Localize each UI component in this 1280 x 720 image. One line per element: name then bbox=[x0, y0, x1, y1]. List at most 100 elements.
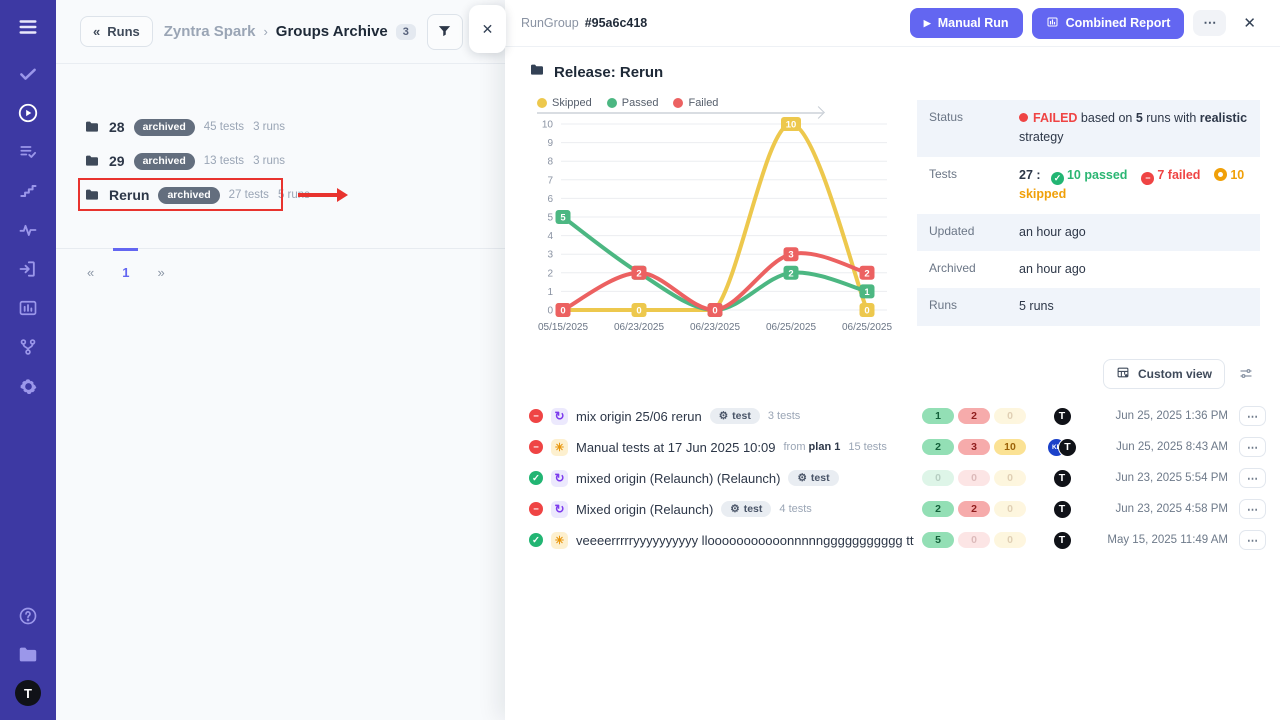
legend-label: Failed bbox=[688, 97, 718, 109]
legend-item-failed[interactable]: Failed bbox=[673, 97, 718, 109]
run-row[interactable]: −✳Manual tests at 17 Jun 2025 10:09from … bbox=[529, 432, 1266, 463]
failed-count-pill: 0 bbox=[958, 470, 990, 486]
passed-count-pill: 2 bbox=[922, 439, 954, 455]
rungroup-info-table: Status FAILED based on 5 runs with reali… bbox=[917, 100, 1260, 338]
avatar[interactable]: T bbox=[1053, 469, 1072, 488]
run-row[interactable]: ✓✳veeeerrrrryyyyyyyyyy llooooooooooonnnn… bbox=[529, 525, 1266, 556]
avatar[interactable]: T bbox=[1053, 531, 1072, 550]
projects-button[interactable] bbox=[13, 641, 43, 669]
info-label: Tests bbox=[929, 166, 1019, 205]
sidebar-item-settings[interactable] bbox=[13, 372, 43, 400]
plan-link[interactable]: plan 1 bbox=[809, 441, 841, 453]
custom-view-button[interactable]: Custom view bbox=[1103, 359, 1225, 389]
play-circle-icon bbox=[17, 102, 39, 124]
run-avatars: T bbox=[1032, 469, 1092, 488]
menu-button[interactable] bbox=[13, 13, 43, 41]
detail-more-button[interactable]: ⋯ bbox=[1193, 10, 1226, 36]
info-row-archived: Archived an hour ago bbox=[917, 251, 1260, 288]
passed-count-pill: 1 bbox=[922, 408, 954, 424]
avatar[interactable]: T bbox=[1058, 438, 1077, 457]
svg-text:0: 0 bbox=[636, 305, 641, 316]
result-pills: 120 bbox=[922, 408, 1026, 424]
updated-value: an hour ago bbox=[1019, 223, 1086, 242]
svg-text:1: 1 bbox=[864, 286, 870, 297]
close-icon: ✕ bbox=[1243, 15, 1256, 32]
gear-icon: ⚙ bbox=[730, 503, 739, 515]
failed-dot-icon bbox=[1019, 113, 1028, 122]
group-row-29[interactable]: 29archived13 tests3 runs bbox=[56, 144, 505, 178]
sidebar-item-pulse[interactable] bbox=[13, 216, 43, 244]
svg-text:2: 2 bbox=[547, 268, 553, 279]
run-row[interactable]: −↻Mixed origin (Relaunch)⚙test4 tests220… bbox=[529, 494, 1266, 525]
run-row-right: 2310KETJun 25, 2025 8:43 AM⋯ bbox=[922, 437, 1266, 457]
run-row[interactable]: −↻mix origin 25/06 rerun⚙test3 tests120T… bbox=[529, 401, 1266, 432]
sidebar-item-tests[interactable] bbox=[13, 60, 43, 88]
run-avatars: KET bbox=[1032, 438, 1092, 457]
run-title: mix origin 25/06 rerun bbox=[576, 409, 702, 424]
user-avatar[interactable]: T bbox=[15, 680, 41, 706]
user-avatar-initial: T bbox=[24, 686, 32, 701]
run-avatars: T bbox=[1032, 407, 1092, 426]
panel-close-button[interactable]: ✕ bbox=[469, 5, 506, 53]
run-more-button[interactable]: ⋯ bbox=[1239, 437, 1266, 457]
group-runs-count: 3 runs bbox=[253, 155, 285, 167]
combined-report-button[interactable]: Combined Report bbox=[1032, 8, 1185, 39]
svg-text:4: 4 bbox=[547, 231, 553, 242]
run-more-button[interactable]: ⋯ bbox=[1239, 468, 1266, 488]
sidebar-item-branches[interactable] bbox=[13, 333, 43, 361]
tests-value: 27 : ✓10 passed −7 failed 10 skipped bbox=[1019, 166, 1248, 205]
pagination: « 1 » bbox=[56, 248, 505, 284]
folder-icon bbox=[17, 644, 39, 666]
avatar[interactable]: T bbox=[1053, 500, 1072, 519]
tests-failed: 7 failed bbox=[1157, 168, 1200, 182]
group-tests-count: 13 tests bbox=[204, 155, 244, 167]
sliders-icon[interactable] bbox=[1238, 366, 1254, 381]
run-timestamp: Jun 25, 2025 8:43 AM bbox=[1092, 441, 1228, 453]
group-name: 28 bbox=[109, 119, 125, 135]
chevrons-left-icon: « bbox=[93, 24, 100, 39]
legend-item-skipped[interactable]: Skipped bbox=[537, 97, 592, 109]
help-button[interactable] bbox=[13, 602, 43, 630]
status-runs-count: 5 bbox=[1136, 111, 1143, 125]
status-text: runs with bbox=[1143, 111, 1200, 125]
pagination-next-button[interactable]: » bbox=[146, 261, 175, 284]
back-to-runs-button[interactable]: « Runs bbox=[80, 16, 153, 47]
run-more-button[interactable]: ⋯ bbox=[1239, 530, 1266, 550]
svg-text:9: 9 bbox=[547, 138, 553, 149]
report-bars-icon bbox=[1046, 16, 1059, 31]
skipped-count-pill: 0 bbox=[994, 501, 1026, 517]
table-settings-icon bbox=[1116, 366, 1130, 382]
group-row-rerun[interactable]: Rerunarchived27 tests5 runs bbox=[56, 178, 505, 212]
svg-text:6: 6 bbox=[547, 193, 553, 204]
detail-header: RunGroup #95a6c418 ▶ Manual Run Combined… bbox=[505, 0, 1280, 47]
tests-total: 27 bbox=[1019, 168, 1033, 182]
group-row-28[interactable]: 28archived45 tests3 runs bbox=[56, 110, 505, 144]
pagination-page-1[interactable]: 1 bbox=[111, 261, 140, 284]
manual-run-button[interactable]: ▶ Manual Run bbox=[910, 8, 1023, 38]
run-row[interactable]: ✓↻mixed origin (Relaunch) (Relaunch)⚙tes… bbox=[529, 463, 1266, 494]
svg-text:10: 10 bbox=[786, 119, 797, 130]
sidebar-item-suites[interactable] bbox=[13, 138, 43, 166]
runs-list: −↻mix origin 25/06 rerun⚙test3 tests120T… bbox=[505, 395, 1280, 556]
filter-button[interactable] bbox=[427, 14, 463, 50]
pagination-prev-button[interactable]: « bbox=[76, 261, 105, 284]
legend-item-passed[interactable]: Passed bbox=[607, 97, 659, 109]
run-title: Manual tests at 17 Jun 2025 10:09 bbox=[576, 440, 775, 455]
run-avatars: T bbox=[1032, 500, 1092, 519]
run-more-button[interactable]: ⋯ bbox=[1239, 499, 1266, 519]
sidebar-item-steps[interactable] bbox=[13, 177, 43, 205]
sidebar-item-analytics[interactable] bbox=[13, 294, 43, 322]
skipped-circle-icon bbox=[1214, 168, 1227, 181]
info-row-status: Status FAILED based on 5 runs with reali… bbox=[917, 100, 1260, 157]
sidebar-item-import[interactable] bbox=[13, 255, 43, 283]
passed-status-icon: ✓ bbox=[529, 471, 543, 485]
activity-icon bbox=[18, 220, 38, 240]
sidebar-item-runs[interactable] bbox=[13, 99, 43, 127]
run-more-button[interactable]: ⋯ bbox=[1239, 406, 1266, 426]
failed-count-pill: 0 bbox=[958, 532, 990, 548]
back-button-label: Runs bbox=[107, 24, 140, 39]
avatar[interactable]: T bbox=[1053, 407, 1072, 426]
breadcrumb-project[interactable]: Zyntra Spark bbox=[164, 23, 256, 40]
detail-close-button[interactable]: ✕ bbox=[1235, 10, 1264, 36]
svg-text:3: 3 bbox=[788, 249, 793, 260]
